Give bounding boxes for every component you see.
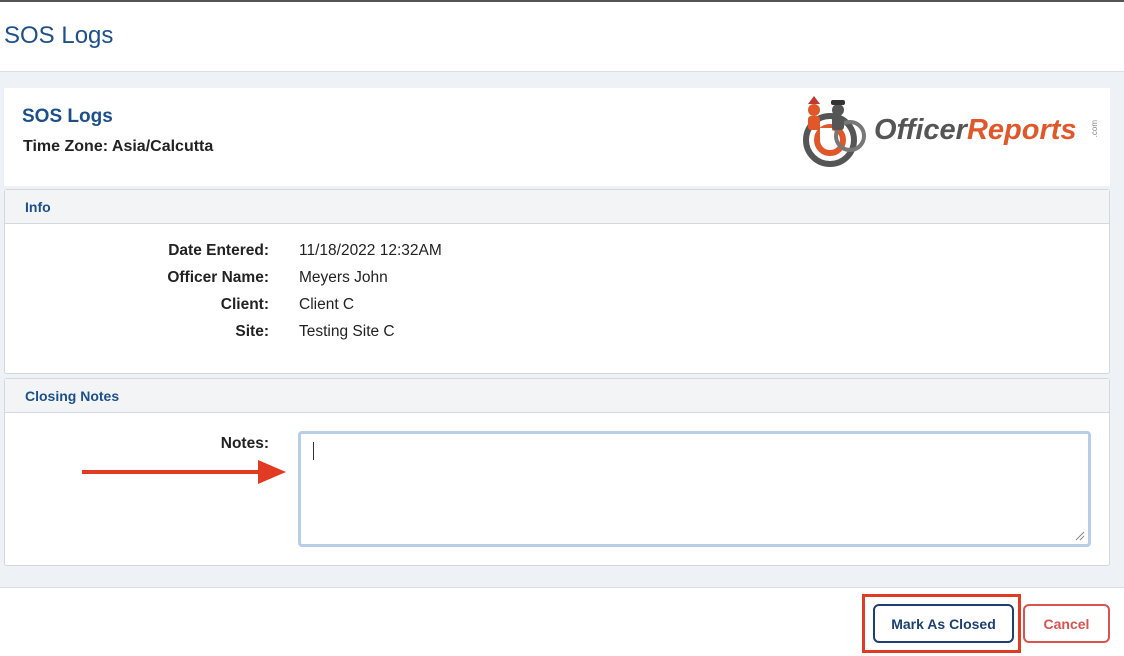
field-label: Site: bbox=[235, 323, 269, 340]
time-zone-label: Time Zone: Asia/Calcutta bbox=[23, 138, 214, 155]
info-panel-header: Info bbox=[5, 190, 1109, 224]
field-value: 11/18/2022 12:32AM bbox=[299, 242, 442, 259]
field-date-entered: Date Entered: 11/18/2022 12:32AM bbox=[5, 242, 1109, 269]
info-panel: Info Date Entered: 11/18/2022 12:32AM Of… bbox=[4, 189, 1110, 374]
logo-wordmark: OfficerReports bbox=[874, 114, 1077, 146]
field-client: Client: Client C bbox=[5, 296, 1109, 323]
cancel-button[interactable]: Cancel bbox=[1023, 604, 1110, 643]
page-header: SOS Logs bbox=[0, 2, 1124, 72]
field-label: Client: bbox=[220, 296, 269, 313]
field-value: Client C bbox=[299, 296, 355, 313]
info-section-title: Info bbox=[25, 199, 51, 215]
field-label: Date Entered: bbox=[168, 242, 269, 259]
report-title: SOS Logs bbox=[22, 106, 113, 127]
field-label: Officer Name: bbox=[167, 269, 269, 286]
field-site: Site: Testing Site C bbox=[5, 323, 1109, 350]
closing-notes-title: Closing Notes bbox=[25, 388, 120, 404]
logo-mark-icon bbox=[803, 96, 866, 167]
report-header: SOS Logs Time Zone: Asia/Calcutta Office… bbox=[4, 88, 1110, 186]
mark-as-closed-button[interactable]: Mark As Closed bbox=[873, 604, 1014, 643]
logo-com: .com bbox=[1090, 120, 1099, 138]
officer-reports-logo: OfficerReports .com bbox=[794, 94, 1104, 174]
closing-notes-header: Closing Notes bbox=[5, 379, 1109, 413]
notes-textarea[interactable] bbox=[298, 431, 1091, 547]
page-title: SOS Logs bbox=[4, 22, 114, 49]
resize-grip-icon[interactable] bbox=[1073, 529, 1085, 541]
field-value: Testing Site C bbox=[299, 323, 395, 340]
text-cursor bbox=[313, 442, 314, 460]
field-value: Meyers John bbox=[299, 269, 388, 286]
field-officer-name: Officer Name: Meyers John bbox=[5, 269, 1109, 296]
main-content: SOS Logs Time Zone: Asia/Calcutta Office… bbox=[0, 72, 1124, 588]
notes-label: Notes: bbox=[220, 435, 269, 452]
annotation-arrow-icon bbox=[82, 460, 286, 484]
